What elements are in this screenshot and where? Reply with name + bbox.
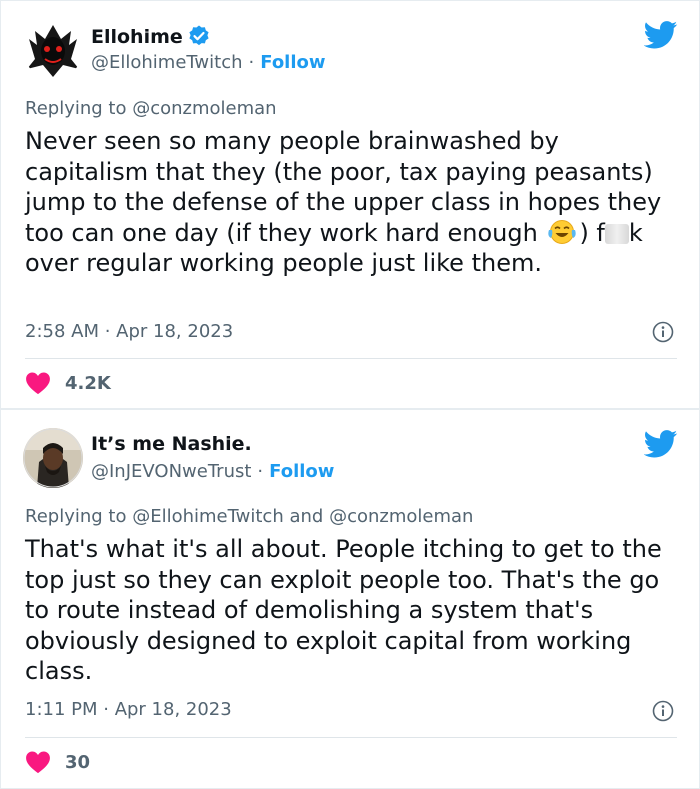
info-icon[interactable] <box>652 321 674 343</box>
like-count: 4.2K <box>65 372 111 394</box>
reply-and: and <box>289 506 324 527</box>
avatar-image <box>23 428 83 488</box>
info-icon[interactable] <box>652 700 674 722</box>
follow-button[interactable]: Follow <box>269 461 334 482</box>
twitter-bird-icon[interactable] <box>644 430 678 458</box>
handle-row: @InJEVONweTrust · Follow <box>91 461 334 482</box>
reply-context: Replying to @conzmoleman <box>25 98 277 119</box>
verified-badge-icon <box>189 25 209 46</box>
face-with-tears-of-joy-icon <box>548 219 577 244</box>
censored-blur <box>604 223 629 244</box>
tweet-card[interactable]: It’s me Nashie. @InJEVONweTrust · Follow R… <box>0 409 700 789</box>
handle-row: @EllohimeTwitch · Follow <box>91 52 326 73</box>
reply-prefix: Replying to <box>25 98 127 119</box>
reply-mention[interactable]: @EllohimeTwitch <box>132 506 284 527</box>
avatar-image <box>23 19 83 79</box>
reply-context: Replying to @EllohimeTwitch and @conzmol… <box>25 506 473 527</box>
heart-icon[interactable] <box>25 750 51 774</box>
reply-prefix: Replying to <box>25 506 127 527</box>
separator-dot: · <box>248 52 255 73</box>
follow-button[interactable]: Follow <box>260 52 325 73</box>
like-action[interactable]: 30 <box>25 749 90 775</box>
separator-dot: · <box>257 461 264 482</box>
avatar[interactable] <box>23 428 83 488</box>
tweet-timestamp[interactable]: 2:58 AM · Apr 18, 2023 <box>25 321 233 342</box>
like-action[interactable]: 4.2K <box>25 370 111 396</box>
heart-icon[interactable] <box>25 371 51 395</box>
like-count: 30 <box>65 751 91 773</box>
author-handle[interactable]: @InJEVONweTrust <box>91 461 251 482</box>
divider <box>25 737 677 738</box>
tweet-text: Never seen so many people brainwashed by… <box>25 126 685 279</box>
author-name[interactable]: Ellohime <box>91 24 211 48</box>
tweet-card[interactable]: Ellohime @EllohimeTwitch · Follow Replying… <box>0 0 700 409</box>
reply-mention[interactable]: @conzmoleman <box>132 98 276 119</box>
divider <box>25 358 677 359</box>
tweet-timestamp[interactable]: 1:11 PM · Apr 18, 2023 <box>25 699 232 720</box>
tweet-text: That's what it's all about. People itchi… <box>25 535 662 685</box>
author-name-text[interactable]: It’s me Nashie. <box>91 433 252 455</box>
author-name-text[interactable]: Ellohime <box>91 26 183 48</box>
author-name[interactable]: It’s me Nashie. <box>91 433 252 455</box>
twitter-bird-icon[interactable] <box>644 21 678 49</box>
reply-mention-2[interactable]: @conzmoleman <box>329 506 473 527</box>
avatar[interactable] <box>23 19 83 79</box>
author-handle[interactable]: @EllohimeTwitch <box>91 52 243 73</box>
tweet-text-part2a: ) f <box>579 218 605 247</box>
